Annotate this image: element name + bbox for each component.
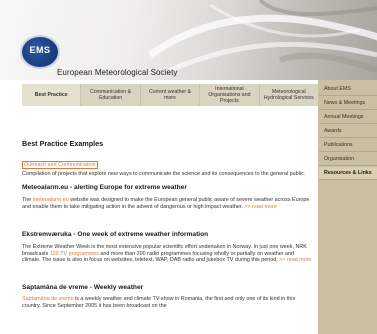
tab-communication-education[interactable]: Communication & Education <box>81 84 141 106</box>
sidebar: About EMS News & Meetings Annual Meeting… <box>318 80 377 334</box>
sidebar-item-awards[interactable]: Awards <box>319 125 377 138</box>
intro-text: Compilation of projects that explore new… <box>22 171 306 177</box>
article-text: The meteoalarm.eu website was designed t… <box>22 197 310 210</box>
outreach-link[interactable]: Outreach and Communication <box>22 161 98 169</box>
read-more-link[interactable]: >> read more <box>279 257 311 263</box>
intro-block: Outreach and Communication Compilation o… <box>22 153 305 178</box>
article-heading: Ekstremværuka - One week of extreme weat… <box>22 231 209 238</box>
top-nav: Best Practice Communication & Education … <box>22 84 318 106</box>
tab-meteorological-services[interactable]: Meteorological Hydrological Services <box>260 84 318 106</box>
sidebar-item-news-meetings[interactable]: News & Meetings <box>319 97 377 110</box>
meteoalarm-link[interactable]: meteoalarm.eu <box>33 197 69 203</box>
read-more-link[interactable]: >> read more <box>244 204 276 210</box>
saptamana-link[interactable]: Saptamâna de vreme <box>22 296 74 302</box>
sidebar-item-resources-links[interactable]: Resources & Links <box>319 167 377 180</box>
sidebar-item-organisation[interactable]: Organisation <box>319 153 377 166</box>
article-text: The Extreme Weather Week is the most ext… <box>22 244 312 264</box>
logo-text: EMS <box>29 45 51 55</box>
sidebar-item-annual-meetings[interactable]: Annual Meetings <box>319 111 377 124</box>
sidebar-item-about-ems[interactable]: About EMS <box>319 83 377 96</box>
article-heading: Meteoalarm.eu - alerting Europe for extr… <box>22 184 187 191</box>
page-title: Best Practice Examples <box>22 139 104 148</box>
org-name: European Meteorological Society <box>57 68 178 77</box>
article-text: Saptamâna de vreme is a weekly weather a… <box>22 296 296 309</box>
tv-programmes-link[interactable]: 125 TV programmes <box>50 251 99 257</box>
tab-best-practice[interactable]: Best Practice <box>22 84 82 106</box>
site-header: EMS European Meteorological Society <box>0 0 377 80</box>
article-heading: Saptamâna de vreme - Weekly weather <box>22 284 144 291</box>
tab-current-weather[interactable]: Current weather & more <box>141 84 201 106</box>
tab-international-organisations[interactable]: International Organisations and Projects <box>200 84 260 106</box>
sidebar-item-publications[interactable]: Publications <box>319 139 377 152</box>
ems-logo[interactable]: EMS <box>22 37 58 67</box>
